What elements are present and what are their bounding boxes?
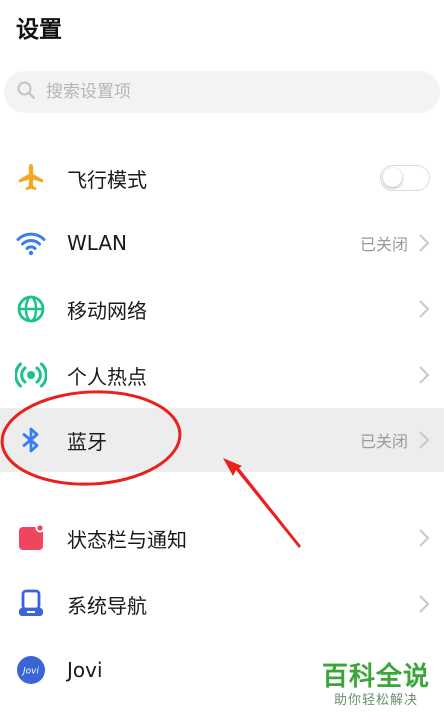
search-input[interactable] bbox=[44, 81, 408, 103]
settings-item-bluetooth[interactable]: 蓝牙 已关闭 bbox=[0, 408, 444, 472]
settings-item-status-bar-notifications[interactable]: 状态栏与通知 bbox=[0, 506, 444, 570]
settings-item-label: 个人热点 bbox=[67, 364, 147, 389]
settings-item-label: WLAN bbox=[67, 231, 128, 255]
settings-item-wlan[interactable]: WLAN 已关闭 bbox=[0, 211, 444, 275]
page-title: 设置 bbox=[16, 17, 62, 43]
search-icon bbox=[16, 80, 36, 104]
watermark-main: 百科全说 bbox=[321, 662, 430, 692]
settings-item-label: Jovi bbox=[67, 658, 103, 682]
chevron-right-icon bbox=[418, 430, 430, 450]
search-bar[interactable] bbox=[4, 71, 440, 113]
chevron-right-icon bbox=[418, 299, 430, 319]
chevron-right-icon bbox=[418, 233, 430, 253]
chevron-right-icon bbox=[418, 365, 430, 385]
settings-item-mobile-network[interactable]: 移动网络 bbox=[0, 277, 444, 341]
chevron-right-icon bbox=[418, 594, 430, 614]
bluetooth-icon bbox=[15, 424, 47, 456]
settings-item-label: 移动网络 bbox=[67, 298, 147, 323]
wifi-icon bbox=[15, 227, 47, 259]
toggle-knob bbox=[383, 168, 402, 187]
chevron-right-icon bbox=[418, 528, 430, 548]
settings-item-label: 蓝牙 bbox=[67, 429, 107, 454]
bluetooth-status: 已关闭 bbox=[359, 432, 408, 451]
airplane-mode-toggle[interactable] bbox=[380, 165, 430, 191]
settings-item-label: 系统导航 bbox=[67, 593, 147, 618]
watermark: 百科全说 助你轻松解决 bbox=[322, 662, 430, 710]
settings-item-label: 状态栏与通知 bbox=[67, 527, 187, 552]
settings-item-personal-hotspot[interactable]: 个人热点 bbox=[0, 343, 444, 407]
airplane-icon bbox=[15, 162, 47, 194]
wlan-status: 已关闭 bbox=[359, 235, 408, 254]
watermark-sub: 助你轻松解决 bbox=[333, 693, 418, 708]
navigation-icon bbox=[15, 588, 47, 620]
hotspot-icon bbox=[15, 359, 47, 391]
notification-icon bbox=[15, 522, 47, 554]
settings-item-system-navigation[interactable]: 系统导航 bbox=[0, 572, 444, 636]
globe-icon bbox=[15, 293, 47, 325]
jovi-icon: Jovi bbox=[15, 654, 47, 686]
settings-item-label: 飞行模式 bbox=[67, 167, 147, 192]
settings-item-airplane-mode[interactable]: 飞行模式 bbox=[0, 146, 444, 210]
jovi-icon-text: Jovi bbox=[21, 667, 39, 677]
